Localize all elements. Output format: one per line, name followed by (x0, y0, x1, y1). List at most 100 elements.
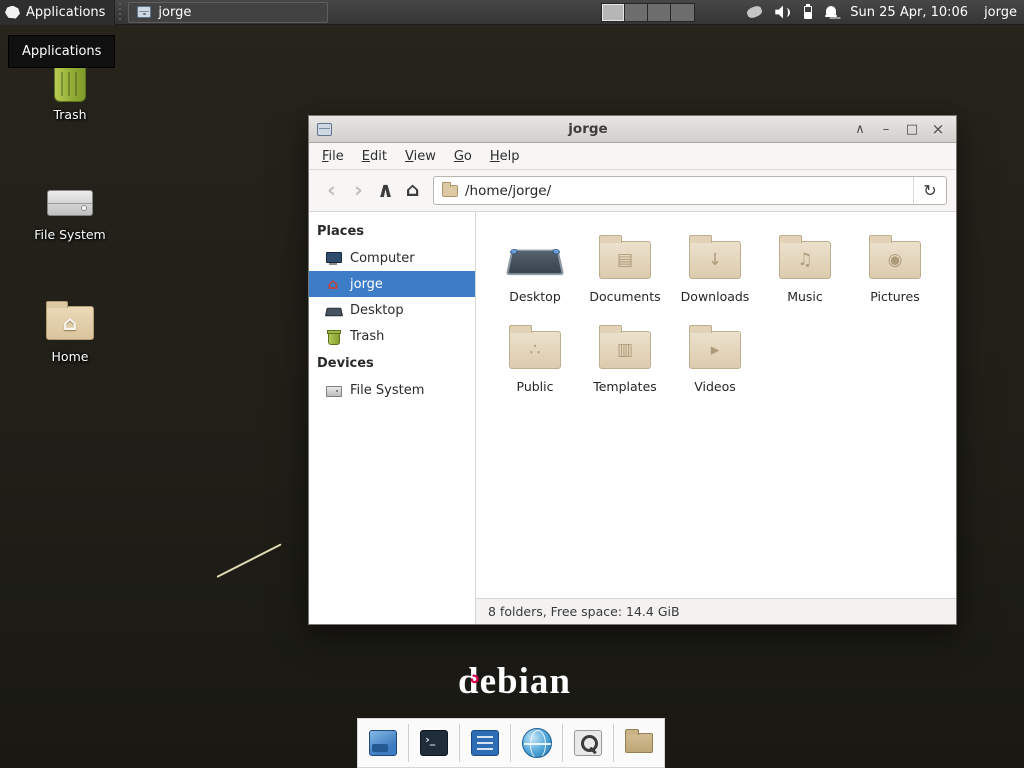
workspace-4[interactable] (671, 4, 694, 21)
desktop-shortcut-label: Home (28, 349, 112, 364)
file-music[interactable]: ♫ Music (760, 229, 850, 304)
debian-wordmark: debian (458, 660, 571, 703)
file-label: Downloads (681, 289, 750, 304)
file-videos[interactable]: ▸ Videos (670, 319, 760, 394)
path-bar[interactable]: /home/jorge/ ↻ (433, 176, 947, 205)
sidebar-item-filesystem[interactable]: File System (309, 377, 475, 403)
file-manager-window: jorge ∧ – □ × File Edit View Go Help ‹ ›… (308, 115, 957, 625)
file-pictures[interactable]: ◉ Pictures (850, 229, 940, 304)
forward-button[interactable]: › (345, 180, 372, 201)
file-manager-launcher[interactable] (621, 724, 657, 762)
videos-folder-icon: ▸ (689, 331, 741, 369)
window-icon (317, 123, 332, 136)
file-label: Desktop (509, 289, 561, 304)
reload-button[interactable]: ↻ (913, 177, 946, 204)
terminal-launcher[interactable] (416, 724, 452, 762)
display-launcher[interactable] (365, 724, 401, 762)
menu-edit[interactable]: Edit (353, 145, 396, 168)
pictures-folder-icon: ◉ (869, 241, 921, 279)
downloads-emblem-icon: ↓ (708, 252, 722, 269)
files-area: Desktop ▤ Documents ↓ Downloads ♫ Music … (476, 212, 956, 624)
sidebar-item-label: jorge (350, 277, 383, 292)
file-public[interactable]: ∴ Public (490, 319, 580, 394)
window-titlebar[interactable]: jorge ∧ – □ × (309, 116, 956, 143)
panel-handle[interactable] (117, 3, 123, 22)
pictures-emblem-icon: ◉ (888, 252, 903, 269)
debian-swirl-icon (466, 673, 481, 688)
trash-icon (54, 64, 86, 102)
sidebar-item-trash[interactable]: Trash (309, 323, 475, 349)
back-button[interactable]: ‹ (318, 180, 345, 201)
dock-separator (459, 724, 460, 762)
documents-emblem-icon: ▤ (617, 252, 633, 269)
menu-go[interactable]: Go (445, 145, 481, 168)
shade-button[interactable]: ∧ (850, 122, 870, 137)
terminal-icon (420, 730, 448, 756)
panel-clock[interactable]: Sun 25 Apr, 10:06 (850, 5, 968, 20)
panel-user-label[interactable]: jorge (984, 5, 1017, 20)
terminal-alt-launcher[interactable] (467, 724, 503, 762)
music-folder-icon: ♫ (779, 241, 831, 279)
sidebar-item-label: File System (350, 383, 424, 398)
public-folder-icon: ∴ (509, 331, 561, 369)
documents-folder-icon: ▤ (599, 241, 651, 279)
places-sidebar: Places Computer ⌂ jorge Desktop Trash De… (309, 212, 476, 624)
menu-help[interactable]: Help (481, 145, 529, 168)
file-documents[interactable]: ▤ Documents (580, 229, 670, 304)
file-label: Pictures (870, 289, 920, 304)
toolbar: ‹ › ∧ ⌂ /home/jorge/ ↻ (309, 170, 956, 212)
home-icon: ⌂ (325, 277, 341, 292)
taskbar-window-label: jorge (158, 5, 191, 20)
path-text[interactable]: /home/jorge/ (465, 183, 906, 199)
desktop-shortcut-home[interactable]: ⌂ Home (28, 296, 112, 364)
templates-emblem-icon: ▥ (617, 342, 633, 359)
workspace-1[interactable] (602, 4, 625, 21)
applications-menu-label: Applications (26, 5, 105, 20)
dock-separator (510, 724, 511, 762)
downloads-folder-icon: ↓ (689, 241, 741, 279)
desktop-artifact-line (217, 543, 282, 577)
videos-emblem-icon: ▸ (711, 342, 720, 359)
close-button[interactable]: × (928, 120, 948, 138)
files-grid[interactable]: Desktop ▤ Documents ↓ Downloads ♫ Music … (476, 212, 956, 598)
top-panel: Applications jorge Sun 25 Apr, 10:06 jor… (0, 0, 1024, 25)
sidebar-item-desktop[interactable]: Desktop (309, 297, 475, 323)
file-label: Music (787, 289, 823, 304)
window-title: jorge (332, 121, 844, 137)
web-browser-launcher[interactable] (519, 724, 555, 762)
taskbar-window-button[interactable]: jorge (128, 2, 328, 23)
sidebar-item-label: Computer (350, 251, 415, 266)
file-label: Public (517, 379, 554, 394)
up-button[interactable]: ∧ (372, 180, 399, 201)
web-browser-icon (522, 728, 552, 758)
menu-file[interactable]: File (313, 145, 353, 168)
touchpad-icon[interactable] (746, 5, 764, 20)
sidebar-header-places: Places (309, 217, 475, 245)
applications-menu-button[interactable]: Applications (0, 0, 115, 25)
file-templates[interactable]: ▥ Templates (580, 319, 670, 394)
battery-icon[interactable] (804, 6, 812, 19)
file-desktop[interactable]: Desktop (490, 229, 580, 304)
display-icon (369, 730, 397, 756)
home-folder-icon: ⌂ (46, 306, 94, 340)
desktop-shortcut-label: File System (28, 227, 112, 242)
minimize-button[interactable]: – (876, 122, 896, 137)
desktop-shortcut-filesystem[interactable]: File System (28, 176, 112, 242)
workspace-3[interactable] (648, 4, 671, 21)
notifications-bell-icon[interactable] (825, 6, 837, 19)
app-finder-launcher[interactable] (570, 724, 606, 762)
dock-separator (613, 724, 614, 762)
sidebar-item-jorge[interactable]: ⌂ jorge (309, 271, 475, 297)
drive-icon (47, 190, 93, 216)
sidebar-item-computer[interactable]: Computer (309, 245, 475, 271)
music-emblem-icon: ♫ (797, 252, 812, 269)
maximize-button[interactable]: □ (902, 122, 922, 137)
workspace-2[interactable] (625, 4, 648, 21)
home-button[interactable]: ⌂ (399, 180, 426, 201)
menu-view[interactable]: View (396, 145, 445, 168)
volume-icon[interactable] (775, 6, 791, 19)
launcher-dock (357, 718, 665, 768)
file-label: Documents (589, 289, 660, 304)
workspace-pager (601, 3, 695, 22)
file-downloads[interactable]: ↓ Downloads (670, 229, 760, 304)
